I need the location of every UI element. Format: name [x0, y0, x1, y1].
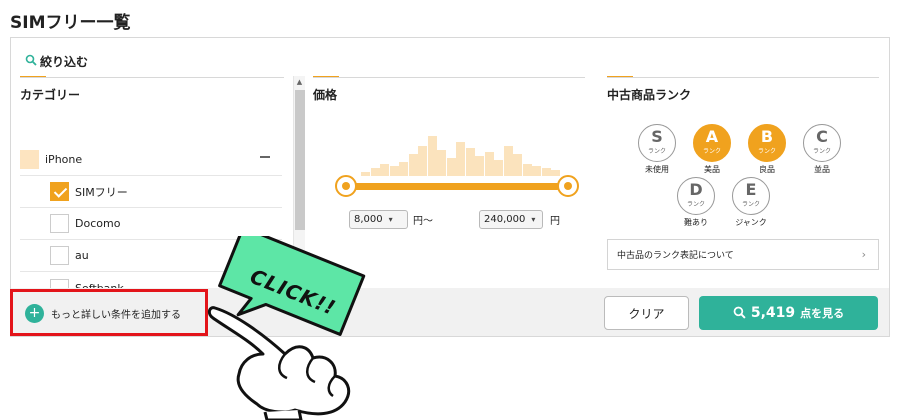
- price-min-handle[interactable]: [335, 175, 357, 197]
- clear-button-label: クリア: [628, 306, 665, 321]
- rank-sub: ランク: [812, 148, 831, 155]
- highlight-box: [10, 289, 208, 336]
- price-max-handle[interactable]: [557, 175, 579, 197]
- chevron-down-icon: ▾: [388, 215, 393, 224]
- rank-d-label: 難あり: [684, 218, 708, 227]
- histogram-bar: [380, 164, 389, 176]
- histogram-bar: [389, 166, 399, 176]
- rank-c-button[interactable]: C ランク: [803, 124, 841, 162]
- histogram-bar: [446, 158, 456, 176]
- result-count: 5,419: [750, 305, 796, 321]
- histogram-bar: [541, 168, 551, 176]
- rank-letter: S: [651, 127, 663, 146]
- price-min-value: 8,000: [354, 214, 383, 225]
- rank-a-button[interactable]: A ランク: [693, 124, 731, 162]
- rank-sub: ランク: [702, 148, 721, 155]
- see-results-button[interactable]: 5,419 点を見る: [699, 296, 878, 330]
- rank-letter: E: [745, 180, 757, 199]
- histogram-bar: [475, 156, 484, 176]
- price-min-unit: 円〜: [413, 216, 433, 227]
- click-callout-illustration: [207, 236, 366, 420]
- result-suffix: 点を見る: [800, 307, 845, 320]
- rank-note-label: 中古品のランク表記について: [617, 251, 734, 261]
- category-item-iphone[interactable]: iPhone: [20, 144, 282, 176]
- rank-e-label: ジャンク: [735, 218, 767, 227]
- rank-a-label: 美品: [704, 165, 720, 174]
- checkbox[interactable]: [50, 214, 69, 233]
- category-column: カテゴリー iPhone SIMフリー Docomo au Softbank ▲: [20, 76, 305, 298]
- rank-column: 中古商品ランク S ランク A ランク B ランク C ランク 未使用 美品 良…: [607, 76, 879, 270]
- checkbox[interactable]: [50, 246, 69, 265]
- histogram-bar: [484, 152, 494, 176]
- rank-letter: B: [760, 127, 774, 146]
- histogram-bar: [437, 150, 446, 176]
- rank-letter: C: [816, 127, 828, 146]
- histogram-bar: [503, 146, 513, 176]
- price-max-select[interactable]: 240,000 ▾: [479, 210, 543, 229]
- chevron-right-icon: ›: [861, 248, 866, 261]
- histogram-bar: [494, 160, 503, 176]
- price-histogram: [361, 134, 561, 176]
- category-item-label: SIMフリー: [75, 185, 128, 199]
- price-slider-track[interactable]: [345, 183, 560, 190]
- histogram-bar: [399, 162, 408, 176]
- filter-header: 絞り込む: [25, 53, 88, 70]
- rank-sub: ランク: [741, 201, 760, 208]
- histogram-bar: [370, 168, 380, 176]
- clear-button[interactable]: クリア: [604, 296, 689, 330]
- price-min-select[interactable]: 8,000 ▾: [349, 210, 408, 229]
- search-icon: [733, 304, 746, 323]
- histogram-bar: [418, 146, 427, 176]
- histogram-bar: [456, 142, 465, 176]
- histogram-bar: [522, 164, 532, 176]
- rank-d-button[interactable]: D ランク: [677, 177, 715, 215]
- category-item-label: iPhone: [45, 153, 83, 166]
- rank-letter: D: [689, 180, 703, 199]
- rank-b-label: 良品: [759, 165, 775, 174]
- rank-s-button[interactable]: S ランク: [638, 124, 676, 162]
- rank-letter: A: [705, 127, 719, 146]
- search-icon: [25, 54, 37, 69]
- rank-sub: ランク: [757, 148, 776, 155]
- histogram-bar: [427, 136, 437, 176]
- price-max-value: 240,000: [484, 214, 526, 225]
- rank-sub: ランク: [686, 201, 705, 208]
- price-title: 価格: [313, 88, 338, 102]
- histogram-bar: [551, 170, 560, 176]
- rank-title: 中古商品ランク: [607, 88, 692, 102]
- page-title: SIMフリー一覧: [10, 13, 131, 33]
- histogram-bar: [465, 148, 475, 176]
- histogram-bar: [513, 154, 522, 176]
- category-item-label: Docomo: [75, 217, 121, 230]
- category-item-label: au: [75, 249, 89, 262]
- histogram-bar: [361, 172, 370, 176]
- rank-b-button[interactable]: B ランク: [748, 124, 786, 162]
- category-checkbox[interactable]: [20, 150, 39, 169]
- price-max-unit: 円: [550, 216, 560, 227]
- rank-note-link[interactable]: 中古品のランク表記について ›: [607, 239, 879, 270]
- rank-c-label: 並品: [814, 165, 830, 174]
- rank-s-label: 未使用: [645, 165, 669, 174]
- rank-sub: ランク: [647, 148, 666, 155]
- histogram-bar: [408, 154, 418, 176]
- histogram-bar: [532, 166, 541, 176]
- filter-header-label: 絞り込む: [40, 55, 89, 69]
- collapse-icon[interactable]: [260, 156, 270, 158]
- scroll-thumb[interactable]: [295, 90, 305, 230]
- price-column: 価格 8,000 ▾ 円〜 240,000 ▾ 円: [313, 76, 585, 229]
- checkbox-checked[interactable]: [50, 182, 69, 201]
- chevron-down-icon: ▾: [531, 215, 536, 224]
- rank-e-button[interactable]: E ランク: [732, 177, 770, 215]
- scroll-up-icon[interactable]: ▲: [294, 78, 305, 86]
- category-item-simfree[interactable]: SIMフリー: [20, 176, 282, 208]
- category-title: カテゴリー: [20, 88, 81, 102]
